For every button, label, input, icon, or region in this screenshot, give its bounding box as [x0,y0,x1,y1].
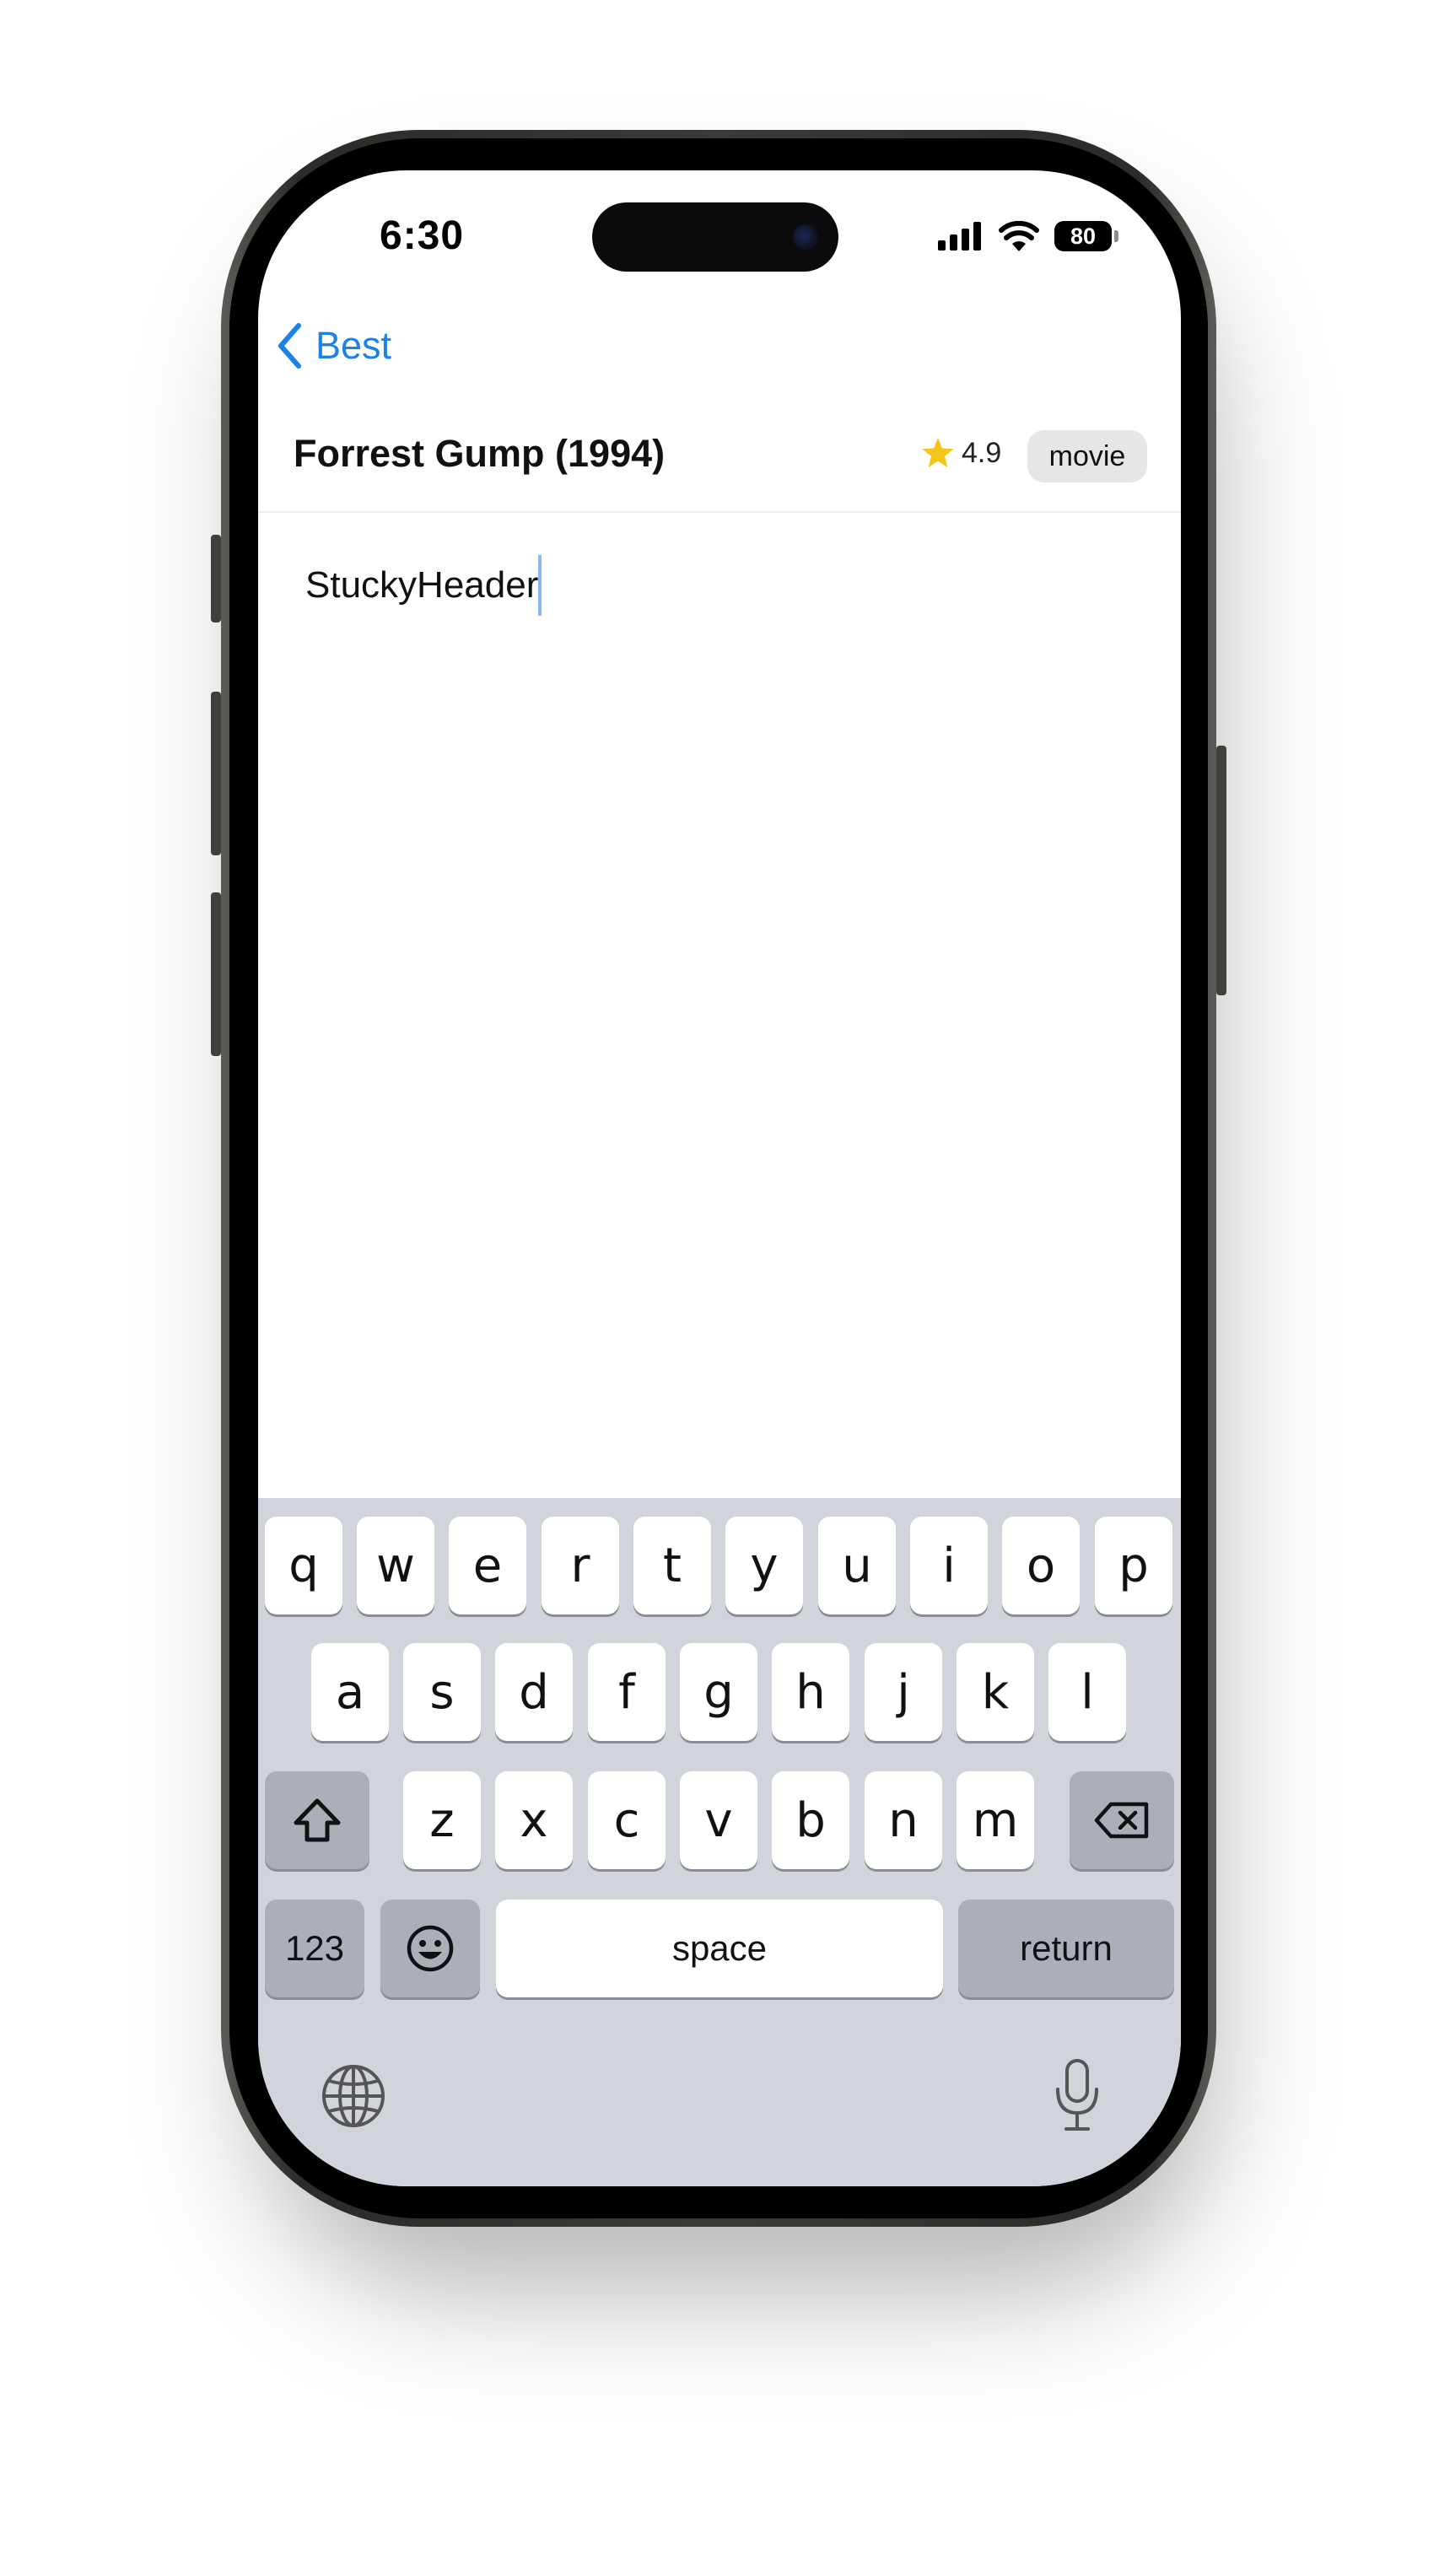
text-caret [538,555,542,616]
space-key[interactable]: space [496,1900,943,1997]
key-n[interactable]: n [865,1771,942,1869]
dictation-button[interactable] [1048,2055,1107,2136]
keyboard: q w e r t y u i o p a s d f g h j k l z … [258,1498,1181,2186]
back-button[interactable]: Best [277,322,391,369]
key-a[interactable]: a [311,1643,389,1741]
key-u[interactable]: u [818,1517,896,1614]
microphone-icon [1056,2059,1098,2131]
numbers-key[interactable]: 123 [265,1900,364,1997]
emoji-icon [407,1925,454,1972]
key-f[interactable]: f [588,1643,666,1741]
dynamic-island [592,202,838,272]
key-q[interactable]: q [265,1517,342,1614]
delete-key[interactable] [1070,1771,1174,1869]
globe-button[interactable] [317,2060,390,2132]
key-l[interactable]: l [1048,1643,1126,1741]
type-badge: movie [1027,430,1147,482]
battery-level: 80 [1070,223,1097,249]
key-k[interactable]: k [957,1643,1034,1741]
key-j[interactable]: j [865,1643,942,1741]
key-z[interactable]: z [403,1771,481,1869]
battery-tip [1114,230,1118,242]
power-button [1216,746,1226,995]
return-key[interactable]: return [958,1900,1174,1997]
key-g[interactable]: g [680,1643,757,1741]
key-v[interactable]: v [680,1771,757,1869]
key-r[interactable]: r [542,1517,619,1614]
status-icons: 80 [938,218,1118,255]
key-e[interactable]: e [449,1517,526,1614]
key-y[interactable]: y [725,1517,803,1614]
editor-text: StuckyHeader [305,564,539,606]
text-editor[interactable]: StuckyHeader [305,555,542,616]
delete-icon [1094,1802,1149,1839]
wifi-icon [999,221,1039,251]
rating: 4.9 [921,436,1001,470]
key-i[interactable]: i [910,1517,988,1614]
globe-icon [322,2065,385,2127]
volume-up-button [211,692,221,855]
header-divider [258,511,1181,513]
signal-icon [938,222,981,251]
key-d[interactable]: d [495,1643,573,1741]
shift-key[interactable] [265,1771,369,1869]
volume-down-button [211,892,221,1056]
key-p[interactable]: p [1095,1517,1172,1614]
rating-value: 4.9 [962,436,1002,469]
key-s[interactable]: s [403,1643,481,1741]
status-time: 6:30 [380,213,465,258]
key-m[interactable]: m [957,1771,1034,1869]
front-camera [793,224,818,250]
screen: 6:30 80 Best Forrest Gump (1994) 4.9 m ov… [258,170,1181,2186]
key-w[interactable]: w [357,1517,434,1614]
page-title: Forrest Gump (1994) [294,432,666,475]
shift-icon [294,1798,341,1842]
key-t[interactable]: t [633,1517,711,1614]
battery-icon: 80 [1054,221,1118,251]
back-label: Best [315,324,392,367]
key-c[interactable]: c [588,1771,666,1869]
back-chevron-icon [278,323,301,369]
key-x[interactable]: x [495,1771,573,1869]
key-o[interactable]: o [1002,1517,1080,1614]
star-icon [922,438,954,467]
key-b[interactable]: b [772,1771,849,1869]
emoji-key[interactable] [380,1900,480,1997]
action-button [211,535,221,622]
key-h[interactable]: h [772,1643,849,1741]
